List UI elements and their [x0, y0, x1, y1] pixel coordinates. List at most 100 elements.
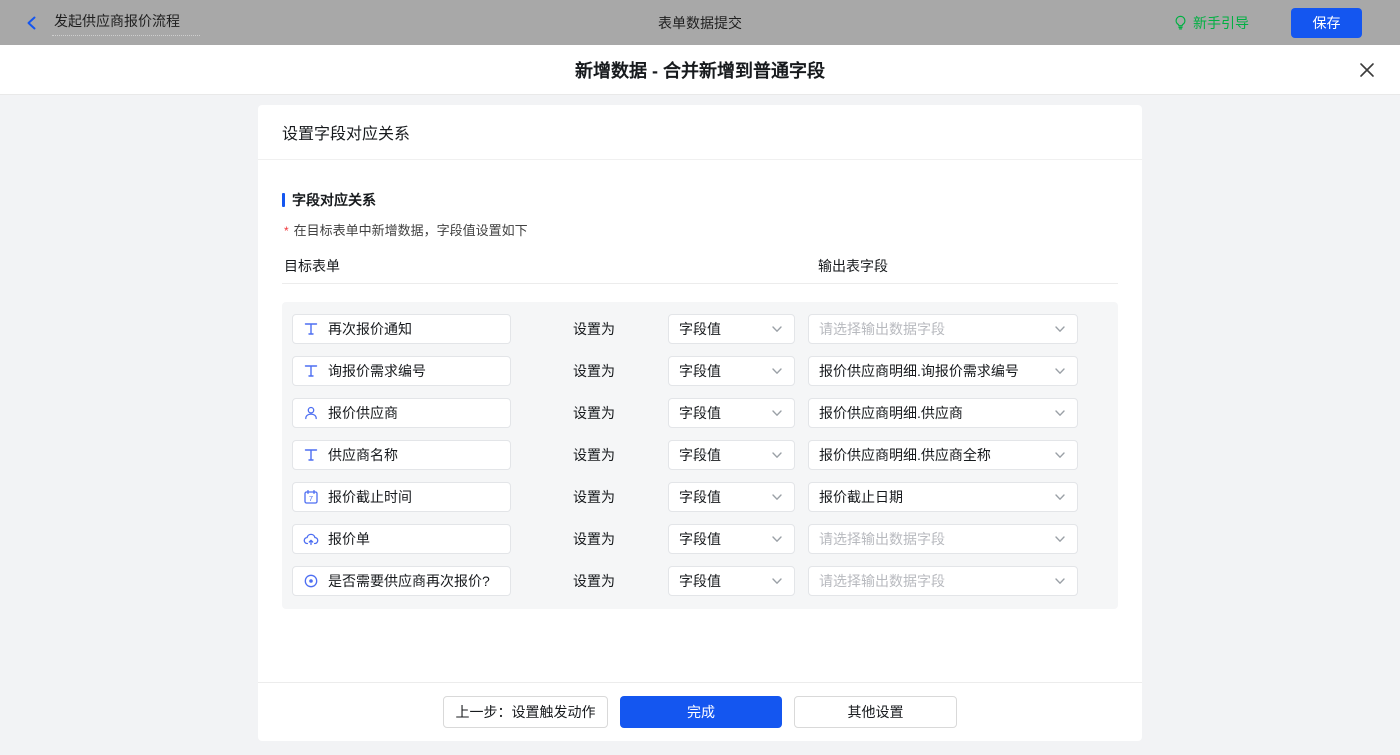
settings-card: 设置字段对应关系 字段对应关系 * 在目标表单中新增数据，字段值设置如下 目标表单…: [258, 105, 1142, 741]
column-target-form: 目标表单: [284, 258, 340, 274]
output-field-select[interactable]: 请选择输出数据字段: [808, 524, 1078, 554]
set-as-label: 设置为: [573, 363, 615, 379]
target-field-chip[interactable]: 供应商名称: [292, 440, 511, 470]
chevron-down-icon: [770, 574, 784, 588]
set-as-label: 设置为: [573, 531, 615, 547]
chevron-down-icon: [770, 490, 784, 504]
target-field-label: 供应商名称: [328, 447, 398, 463]
chevron-down-icon: [770, 532, 784, 546]
value-type-select[interactable]: 字段值: [668, 524, 795, 554]
modal-title-bar: 新增数据 - 合并新增到普通字段: [0, 45, 1400, 95]
text-field-icon: [303, 447, 319, 463]
field-mapping-row: 再次报价通知 设置为 字段值 请选择输出数据字段: [292, 314, 1118, 344]
column-output-field: 输出表字段: [818, 258, 888, 274]
field-mapping-row: 供应商名称 设置为 字段值 报价供应商明细.供应商全称: [292, 440, 1118, 470]
field-mapping-row: 是否需要供应商再次报价? 设置为 字段值 请选择输出数据字段: [292, 566, 1118, 596]
target-field-label: 报价截止时间: [328, 489, 412, 505]
chevron-down-icon: [1053, 406, 1067, 420]
cloud-upload-icon: [303, 531, 319, 547]
target-field-label: 报价单: [328, 531, 370, 547]
modal-title: 新增数据 - 合并新增到普通字段: [575, 60, 825, 81]
back-chevron-icon: [24, 15, 40, 31]
text-field-icon: [303, 363, 319, 379]
output-field-value: 报价供应商明细.供应商全称: [819, 447, 991, 463]
svg-text:7: 7: [309, 494, 313, 503]
output-field-value: 请选择输出数据字段: [819, 321, 945, 337]
node-title: 表单数据提交: [658, 14, 742, 31]
top-bar: 发起供应商报价流程 表单数据提交 新手引导 保存: [0, 0, 1400, 45]
value-type-value: 字段值: [679, 321, 721, 337]
value-type-value: 字段值: [679, 573, 721, 589]
output-field-select[interactable]: 报价供应商明细.供应商: [808, 398, 1078, 428]
field-mapping-row: 7 报价截止时间 设置为 字段值 报价截止日期: [292, 482, 1118, 512]
value-type-select[interactable]: 字段值: [668, 566, 795, 596]
value-type-value: 字段值: [679, 363, 721, 379]
other-settings-button[interactable]: 其他设置: [794, 696, 957, 728]
output-field-value: 报价截止日期: [819, 489, 903, 505]
person-icon: [303, 405, 319, 421]
target-field-chip[interactable]: 7 报价截止时间: [292, 482, 511, 512]
output-field-value: 请选择输出数据字段: [819, 531, 945, 547]
field-mapping-row: 报价单 设置为 字段值 请选择输出数据字段: [292, 524, 1118, 554]
value-type-value: 字段值: [679, 405, 721, 421]
value-type-select[interactable]: 字段值: [668, 440, 795, 470]
value-type-select[interactable]: 字段值: [668, 356, 795, 386]
section-title: 字段对应关系: [282, 190, 1118, 210]
value-type-value: 字段值: [679, 447, 721, 463]
back-button[interactable]: 发起供应商报价流程: [24, 9, 200, 36]
flow-name[interactable]: 发起供应商报价流程: [52, 9, 200, 36]
output-field-select[interactable]: 报价供应商明细.供应商全称: [808, 440, 1078, 470]
set-as-label: 设置为: [573, 573, 615, 589]
output-field-select[interactable]: 报价供应商明细.询报价需求编号: [808, 356, 1078, 386]
value-type-select[interactable]: 字段值: [668, 398, 795, 428]
column-headers: 目标表单 输出表字段: [282, 256, 1118, 284]
radio-icon: [303, 573, 319, 589]
calendar-icon: 7: [303, 489, 319, 505]
target-field-label: 报价供应商: [328, 405, 398, 421]
chevron-down-icon: [770, 322, 784, 336]
chevron-down-icon: [1053, 490, 1067, 504]
close-icon[interactable]: [1358, 61, 1376, 79]
output-field-select[interactable]: 报价截止日期: [808, 482, 1078, 512]
required-asterisk: *: [284, 224, 289, 238]
field-mapping-row: 报价供应商 设置为 字段值 报价供应商明细.供应商: [292, 398, 1118, 428]
set-as-label: 设置为: [573, 321, 615, 337]
set-as-label: 设置为: [573, 405, 615, 421]
target-field-label: 再次报价通知: [328, 321, 412, 337]
set-as-label: 设置为: [573, 447, 615, 463]
value-type-select[interactable]: 字段值: [668, 314, 795, 344]
output-field-select[interactable]: 请选择输出数据字段: [808, 314, 1078, 344]
card-header: 设置字段对应关系: [258, 105, 1142, 160]
lightbulb-icon: [1173, 15, 1188, 30]
chevron-down-icon: [1053, 448, 1067, 462]
beginner-guide-label: 新手引导: [1193, 14, 1249, 31]
chevron-down-icon: [1053, 364, 1067, 378]
value-type-select[interactable]: 字段值: [668, 482, 795, 512]
card-footer: 上一步：设置触发动作 完成 其他设置: [258, 682, 1142, 741]
beginner-guide-link[interactable]: 新手引导: [1173, 13, 1249, 33]
finish-button[interactable]: 完成: [620, 696, 782, 728]
target-field-chip[interactable]: 报价单: [292, 524, 511, 554]
target-field-label: 询报价需求编号: [328, 363, 426, 379]
output-field-select[interactable]: 请选择输出数据字段: [808, 566, 1078, 596]
output-field-value: 请选择输出数据字段: [819, 573, 945, 589]
value-type-value: 字段值: [679, 531, 721, 547]
value-type-value: 字段值: [679, 489, 721, 505]
target-field-chip[interactable]: 询报价需求编号: [292, 356, 511, 386]
section-accent-bar: [282, 193, 285, 207]
text-field-icon: [303, 321, 319, 337]
prev-step-button[interactable]: 上一步：设置触发动作: [443, 696, 608, 728]
output-field-value: 报价供应商明细.供应商: [819, 405, 963, 421]
chevron-down-icon: [1053, 322, 1067, 336]
target-field-chip[interactable]: 是否需要供应商再次报价?: [292, 566, 511, 596]
chevron-down-icon: [770, 406, 784, 420]
section-title-label: 字段对应关系: [292, 192, 376, 208]
chevron-down-icon: [1053, 574, 1067, 588]
required-hint: * 在目标表单中新增数据，字段值设置如下: [284, 223, 528, 238]
target-field-label: 是否需要供应商再次报价?: [328, 573, 490, 589]
chevron-down-icon: [770, 448, 784, 462]
target-field-chip[interactable]: 报价供应商: [292, 398, 511, 428]
save-button[interactable]: 保存: [1291, 7, 1362, 38]
target-field-chip[interactable]: 再次报价通知: [292, 314, 511, 344]
field-mapping-panel: 再次报价通知 设置为 字段值 请选择输出数据字段 询报价需求编号 设置为 字段值: [282, 302, 1118, 609]
